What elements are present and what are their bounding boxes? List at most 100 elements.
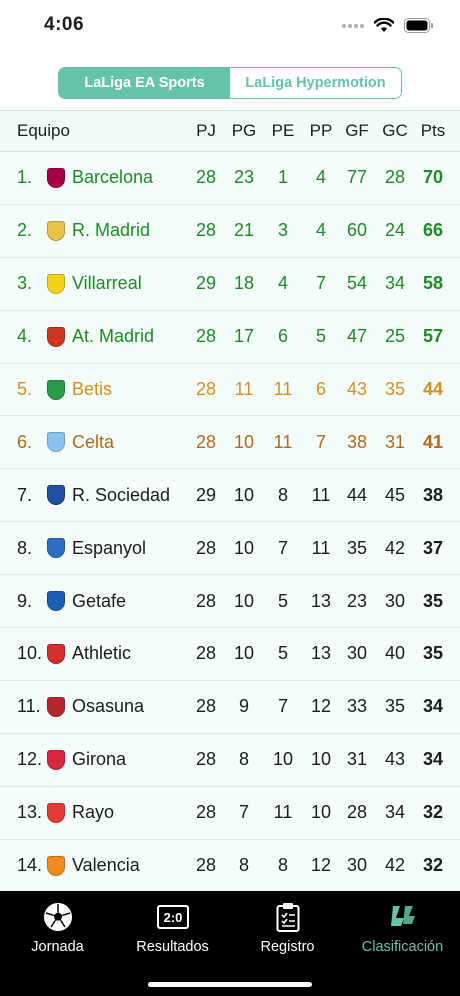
table-row[interactable]: 5. Betis 28 11 11 6 43 35 44: [0, 363, 460, 417]
stat-gc: 43: [384, 749, 406, 770]
scoreboard-icon: 2:0: [156, 901, 189, 933]
tab-laliga-hypermotion[interactable]: LaLiga Hypermotion: [230, 68, 401, 98]
team-name: Celta: [72, 431, 115, 452]
table-row[interactable]: 8. Espanyol 28 10 7 11 35 42 37: [0, 522, 460, 576]
team-crest-icon: [45, 364, 67, 416]
header-pp: PP: [309, 121, 333, 140]
table-row[interactable]: 2. R. Madrid 28 21 3 4 60 24 66: [0, 204, 460, 258]
status-bar: 4:06: [0, 0, 460, 50]
team-name: At. Madrid: [72, 326, 155, 347]
team-position: 8.: [17, 537, 33, 558]
tab-registro[interactable]: Registro: [230, 901, 345, 961]
tab-resultados-label: Resultados: [136, 939, 209, 955]
table-row[interactable]: 9. Getafe 28 10 5 13 23 30 35: [0, 575, 460, 629]
team-name: Athletic: [72, 643, 132, 664]
stat-pts: 38: [422, 484, 444, 505]
table-body: 1. Barcelona 28 23 1 4 77 28 70 2. R. Madrid 28 21 3 4…: [0, 152, 460, 891]
tab-laliga-ea-sports[interactable]: LaLiga EA Sports: [59, 68, 230, 98]
team-crest-icon: [45, 575, 67, 627]
team-name: Getafe: [72, 590, 127, 611]
stat-gf: 77: [346, 167, 368, 188]
table-row[interactable]: 4. At. Madrid 28 17 6 5 47 25 57: [0, 310, 460, 364]
team-position: 10.: [17, 643, 43, 664]
team-crest-icon: [45, 522, 67, 574]
team-crest-icon: [45, 787, 67, 839]
stat-pj: 28: [195, 167, 217, 188]
stat-pts: 58: [422, 273, 444, 294]
stat-pts: 32: [422, 802, 444, 823]
stat-pg: 10: [233, 484, 255, 505]
team-position: 14.: [17, 855, 43, 876]
stat-pp: 4: [315, 220, 326, 241]
stat-pe: 4: [277, 273, 288, 294]
stat-gc: 31: [384, 431, 406, 452]
stat-pg: 7: [238, 802, 249, 823]
table-row[interactable]: 6. Celta 28 10 11 7 38 31 41: [0, 416, 460, 470]
tab-clasificacion-label: Clasificación: [361, 939, 444, 955]
stat-pp: 6: [315, 379, 326, 399]
table-row[interactable]: 13. Rayo 28 7 11 10 28 34 32: [0, 786, 460, 840]
team-name: Barcelona: [72, 167, 154, 188]
tab-jornada[interactable]: Jornada: [0, 901, 115, 961]
laliga-logo-icon: [387, 901, 419, 933]
team-position: 4.: [17, 326, 33, 347]
stat-gc: 24: [384, 220, 406, 241]
stat-gc: 42: [384, 855, 406, 876]
team-crest-icon: [45, 311, 67, 363]
stat-gc: 25: [384, 326, 406, 347]
team-position: 2.: [17, 220, 33, 241]
stat-pj: 28: [195, 855, 217, 876]
stat-pp: 11: [311, 537, 331, 558]
table-row[interactable]: 12. Girona 28 8 10 10 31 43 34: [0, 733, 460, 787]
table-row[interactable]: 14. Valencia 28 8 8 12 30 42 32: [0, 839, 460, 891]
stat-pts: 35: [422, 643, 444, 664]
stat-gc: 45: [384, 484, 406, 505]
stat-pj: 28: [195, 802, 217, 823]
table-row[interactable]: 10. Athletic 28 10 5 13 30 40 35: [0, 628, 460, 681]
table-row[interactable]: 11. Osasuna 28 9 7 12 33 35 34: [0, 680, 460, 734]
tab-resultados[interactable]: 2:0 Resultados: [115, 901, 230, 961]
stat-pg: 9: [238, 696, 249, 717]
battery-icon: [404, 18, 433, 33]
stat-gf: 43: [346, 379, 368, 399]
tab-registro-label: Registro: [260, 939, 315, 955]
soccer-ball-icon: [42, 901, 74, 933]
table-row[interactable]: 1. Barcelona 28 23 1 4 77 28 70: [0, 152, 460, 205]
tab-clasificacion[interactable]: Clasificación: [345, 901, 460, 961]
team-position: 5.: [17, 379, 33, 399]
header-gf: GF: [345, 121, 369, 140]
stat-pts: 70: [422, 167, 444, 188]
stat-pp: 7: [315, 273, 326, 294]
stat-gf: 47: [346, 326, 368, 347]
header-pg: PG: [231, 121, 257, 140]
stat-pe: 7: [277, 537, 288, 558]
table-row[interactable]: 3. Villarreal 29 18 4 7 54 34 58: [0, 257, 460, 311]
stat-pp: 10: [310, 749, 332, 770]
stat-pts: 57: [422, 326, 444, 347]
stat-pe: 10: [272, 749, 294, 770]
stat-gf: 31: [346, 749, 368, 770]
stat-pp: 11: [311, 484, 331, 505]
stat-pg: 8: [238, 749, 249, 770]
stat-pj: 28: [195, 220, 217, 241]
team-crest-icon: [45, 152, 67, 204]
stat-gc: 35: [384, 379, 406, 399]
standings-table: Equipo PJ PG PE PP GF GC Pts 1. Barcelona…: [0, 110, 460, 891]
stat-pe: 11: [273, 431, 293, 452]
team-position: 11.: [17, 696, 41, 717]
team-crest-icon: [45, 840, 67, 891]
table-row[interactable]: 7. R. Sociedad 29 10 8 11 44 45 38: [0, 469, 460, 523]
stat-pe: 1: [277, 167, 288, 188]
team-name: Osasuna: [72, 696, 145, 717]
stat-pg: 10: [233, 537, 255, 558]
stat-pe: 8: [277, 855, 288, 876]
team-crest-icon: [45, 416, 67, 468]
stat-gf: 23: [346, 590, 368, 611]
team-crest-icon: [45, 681, 67, 733]
stat-gf: 28: [346, 802, 368, 823]
stat-pj: 28: [195, 537, 217, 558]
team-crest-icon: [45, 469, 67, 521]
team-name: Villarreal: [72, 273, 142, 294]
stat-pe: 11: [273, 379, 293, 399]
stat-pg: 10: [233, 643, 255, 664]
